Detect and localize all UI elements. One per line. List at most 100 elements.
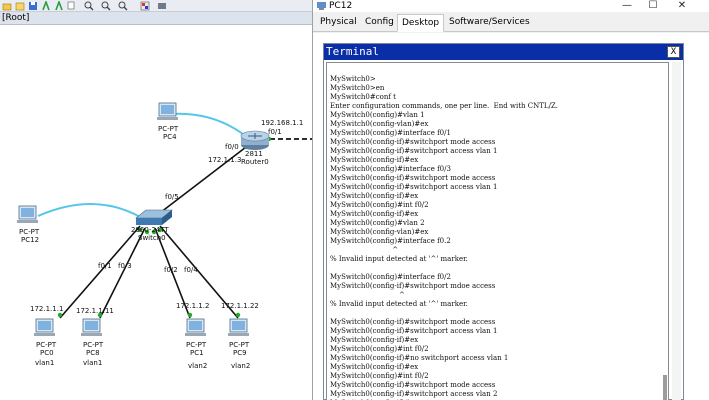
pc0-ip-label: 172.1.1.1 bbox=[30, 305, 64, 313]
palette-icon[interactable] bbox=[140, 1, 150, 11]
terminal-line: MySwitch0(config-if)#ex bbox=[330, 336, 419, 344]
console-cable-pc4[interactable] bbox=[169, 112, 249, 139]
terminal-line: MySwitch0(config-if)#ex bbox=[330, 210, 419, 218]
terminal-line: MySwitch0(config)#interface f0/2 bbox=[330, 273, 451, 281]
router-ip-label: 192.168.1.1 bbox=[261, 119, 304, 127]
pc0-port-label: f0/1 bbox=[98, 262, 112, 270]
pc9-name-label: PC9 bbox=[233, 349, 247, 357]
terminal-line: Enter configuration commands, one per li… bbox=[330, 102, 558, 110]
pc1-type-label: PC-PT bbox=[186, 341, 207, 349]
pc9-port-label: f0/4 bbox=[184, 266, 198, 274]
terminal-line: % Invalid input detected at '^' marker. bbox=[330, 300, 468, 308]
router-port-f01: f0/1 bbox=[268, 128, 282, 136]
tab-config[interactable]: Config bbox=[361, 14, 398, 32]
pc12-type-label: PC-PT bbox=[19, 228, 40, 236]
pc0-vlan-label: vlan1 bbox=[35, 359, 55, 367]
terminal-line: MySwitch0(config-if)#switchport mode acc… bbox=[330, 381, 496, 389]
pc12-name-label: PC12 bbox=[21, 236, 40, 244]
terminal-header: Terminal X bbox=[324, 44, 683, 60]
terminal-line: MySwitch0>en bbox=[330, 84, 385, 92]
close-button[interactable]: ✕ bbox=[669, 0, 695, 12]
terminal-line: MySwitch0(config-vlan)#ex bbox=[330, 228, 429, 236]
terminal-line: MySwitch0(config-if)#switchport mode acc… bbox=[330, 138, 496, 146]
print-icon[interactable] bbox=[41, 1, 51, 11]
link-switch-pc0[interactable] bbox=[59, 225, 141, 319]
terminal-line: MySwitch0> bbox=[330, 75, 376, 83]
pc1-name-label: PC1 bbox=[190, 349, 204, 357]
folder-icon[interactable] bbox=[2, 1, 12, 11]
router-icon[interactable] bbox=[240, 130, 270, 150]
console-cable-pc12[interactable] bbox=[37, 203, 143, 219]
tab-desktop[interactable]: Desktop bbox=[397, 14, 445, 32]
zoom-icon[interactable] bbox=[101, 1, 111, 11]
terminal-line: MySwitch0(config)#int f0/2 bbox=[330, 372, 429, 380]
copy-icon[interactable] bbox=[67, 1, 77, 11]
router-port-f00: f0/0 bbox=[225, 143, 239, 151]
root-label[interactable]: [Root] bbox=[2, 12, 29, 25]
pc8-icon[interactable] bbox=[81, 318, 102, 336]
pc1-ip-label: 172.1.1.2 bbox=[176, 302, 210, 310]
terminal-line: MySwitch0(config-if)#ex bbox=[330, 363, 419, 371]
pc1-vlan-label: vlan2 bbox=[188, 362, 208, 370]
terminal-scrollbar[interactable] bbox=[672, 62, 681, 400]
maximize-button[interactable]: ☐ bbox=[640, 0, 666, 12]
window-title: PC12 bbox=[329, 1, 353, 11]
terminal-line: MySwitch0(config-if)#no switchport acces… bbox=[330, 354, 509, 362]
terminal-line: MySwitch0#conf t bbox=[330, 93, 396, 101]
terminal-line: MySwitch0(config-if)#switchport access v… bbox=[330, 390, 498, 398]
terminal-line: MySwitch0(config-vlan)#ex bbox=[330, 120, 429, 128]
pc9-icon[interactable] bbox=[228, 318, 249, 336]
terminal-line: MySwitch0(config)#int f0/2 bbox=[330, 201, 429, 209]
pc8-type-label: PC-PT bbox=[83, 341, 104, 349]
pc8-vlan-label: vlan1 bbox=[83, 359, 103, 367]
terminal-line: MySwitch0(config)#interface f0/1 bbox=[330, 129, 451, 137]
switch-name-label: Switch0 bbox=[138, 234, 166, 242]
pc4-type-label: PC-PT bbox=[158, 125, 179, 133]
pc4-icon[interactable] bbox=[157, 102, 178, 120]
terminal-line: MySwitch0(config-if)#switchport mode acc… bbox=[330, 318, 496, 326]
pc4-name-label: PC4 bbox=[163, 133, 177, 141]
terminal-line: % Invalid input detected at '^' marker. bbox=[330, 255, 468, 263]
link-light bbox=[187, 312, 193, 318]
pc9-type-label: PC-PT bbox=[229, 341, 250, 349]
device-tabs: Physical Config Desktop Software/Service… bbox=[313, 12, 709, 32]
pc1-port-label: f0/2 bbox=[164, 266, 178, 274]
save-icon[interactable] bbox=[28, 1, 38, 11]
pc8-name-label: PC8 bbox=[86, 349, 100, 357]
terminal-line: MySwitch0(config)#int f0/2 bbox=[330, 345, 429, 353]
pc0-icon[interactable] bbox=[34, 318, 55, 336]
pc1-icon[interactable] bbox=[185, 318, 206, 336]
pc12-icon[interactable] bbox=[17, 205, 38, 223]
terminal-line: MySwitch0(config-if)#ex bbox=[330, 192, 419, 200]
wizard-icon[interactable] bbox=[54, 1, 64, 11]
link-light bbox=[57, 312, 63, 318]
link-light bbox=[235, 312, 241, 318]
zoom-in-icon[interactable] bbox=[84, 1, 94, 11]
logical-path-bar: [Root] bbox=[0, 12, 312, 25]
pc0-name-label: PC0 bbox=[40, 349, 54, 357]
pc9-vlan-label: vlan2 bbox=[231, 362, 251, 370]
open-icon[interactable] bbox=[15, 1, 25, 11]
pc-app-icon bbox=[317, 2, 326, 10]
pc0-type-label: PC-PT bbox=[36, 341, 57, 349]
switch-icon[interactable] bbox=[135, 209, 173, 225]
switch-port-f05: f0/5 bbox=[165, 193, 179, 201]
terminal-line: MySwitch0(config-if)#switchport mode acc… bbox=[330, 174, 496, 182]
tab-physical[interactable]: Physical bbox=[316, 14, 361, 32]
terminal-output[interactable]: MySwitch0> MySwitch0>en MySwitch0#conf t En… bbox=[326, 62, 669, 400]
pc9-ip-label: 172.1.1.22 bbox=[221, 302, 259, 310]
window-titlebar[interactable]: PC12 — ☐ ✕ bbox=[313, 0, 709, 12]
logical-workspace[interactable]: 192.168.1.1 f0/1 f0/0 2811 172.1.1.3 Rou… bbox=[0, 26, 312, 400]
terminal-line: MySwitch0(config)#vlan 1 bbox=[330, 111, 425, 119]
zoom-out-icon[interactable] bbox=[118, 1, 128, 11]
desktop-panel: Terminal X MySwitch0> MySwitch0>en MySwitc… bbox=[313, 33, 709, 400]
terminal-close-button[interactable]: X bbox=[667, 46, 680, 58]
terminal-scroll-thumb[interactable] bbox=[663, 375, 667, 400]
minimize-button[interactable]: — bbox=[614, 0, 640, 12]
custom-device-icon[interactable] bbox=[157, 1, 167, 11]
router-ip-left-label: 172.1.1.3 bbox=[208, 156, 242, 164]
tab-software-services[interactable]: Software/Services bbox=[445, 14, 534, 32]
